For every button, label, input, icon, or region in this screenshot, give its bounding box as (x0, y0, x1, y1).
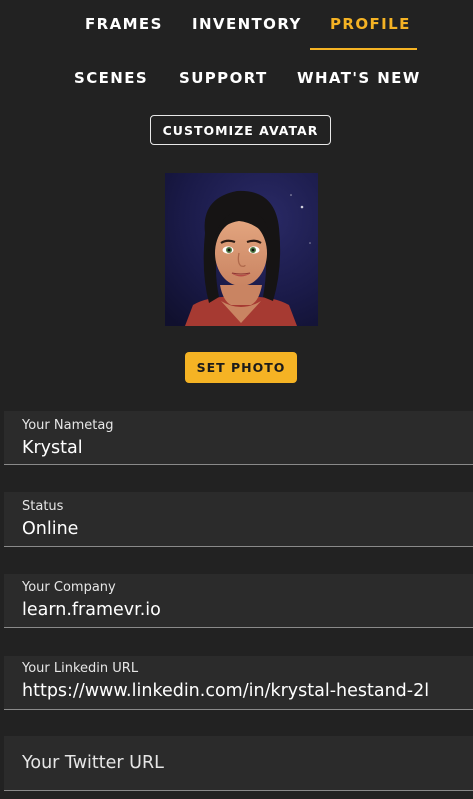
nametag-label: Your Nametag (22, 418, 114, 433)
avatar-portrait-icon (165, 173, 318, 326)
tab-profile[interactable]: PROFILE (330, 15, 411, 33)
status-label: Status (22, 499, 64, 514)
active-tab-indicator (310, 48, 417, 50)
set-photo-button[interactable]: SET PHOTO (185, 352, 297, 383)
linkedin-url-field[interactable]: Your Linkedin URL https://www.linkedin.c… (4, 656, 473, 710)
tab-whats-new[interactable]: WHAT'S NEW (297, 69, 421, 87)
tab-support[interactable]: SUPPORT (179, 69, 268, 87)
customize-avatar-button[interactable]: CUSTOMIZE AVATAR (150, 115, 331, 145)
company-field[interactable]: Your Company learn.framevr.io (4, 574, 473, 628)
tab-scenes[interactable]: SCENES (74, 69, 148, 87)
twitter-url-placeholder: Your Twitter URL (22, 753, 164, 773)
company-value[interactable]: learn.framevr.io (22, 600, 473, 620)
status-field[interactable]: Status Online (4, 492, 473, 547)
linkedin-url-value[interactable]: https://www.linkedin.com/in/krystal-hest… (22, 681, 473, 701)
nav-row-primary: FRAMES INVENTORY PROFILE (0, 15, 473, 35)
tab-inventory[interactable]: INVENTORY (192, 15, 302, 33)
tab-frames[interactable]: FRAMES (85, 15, 163, 33)
nametag-field[interactable]: Your Nametag Krystal (4, 411, 473, 465)
linkedin-url-label: Your Linkedin URL (22, 661, 139, 676)
nav-row-secondary: SCENES SUPPORT WHAT'S NEW (0, 69, 473, 89)
status-value[interactable]: Online (22, 519, 473, 539)
avatar (165, 173, 318, 326)
twitter-url-field[interactable]: Your Twitter URL (4, 736, 473, 791)
nametag-value[interactable]: Krystal (22, 438, 473, 458)
company-label: Your Company (22, 580, 116, 595)
